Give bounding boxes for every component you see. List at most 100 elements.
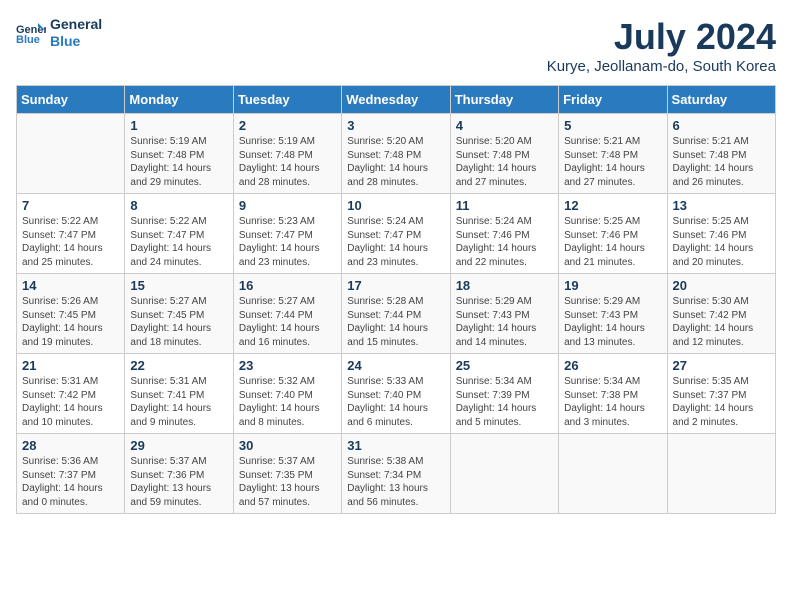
day-number: 13 — [673, 198, 770, 213]
calendar-cell — [667, 434, 775, 514]
column-header-tuesday: Tuesday — [233, 86, 341, 114]
calendar-table: SundayMondayTuesdayWednesdayThursdayFrid… — [16, 85, 776, 514]
calendar-cell: 14 Sunrise: 5:26 AM Sunset: 7:45 PM Dayli… — [17, 274, 125, 354]
calendar-week-3: 14 Sunrise: 5:26 AM Sunset: 7:45 PM Dayli… — [17, 274, 776, 354]
calendar-cell: 11 Sunrise: 5:24 AM Sunset: 7:46 PM Dayli… — [450, 194, 558, 274]
calendar-cell: 6Sunrise: 5:21 AM Sunset: 7:48 PM Daylig… — [667, 114, 775, 194]
calendar-cell: 21 Sunrise: 5:31 AM Sunset: 7:42 PM Dayli… — [17, 354, 125, 434]
day-number: 26 — [564, 358, 661, 373]
calendar-cell — [559, 434, 667, 514]
day-number: 14 — [22, 278, 119, 293]
day-number: 25 — [456, 358, 553, 373]
calendar-cell: 29 Sunrise: 5:37 AM Sunset: 7:36 PM Dayli… — [125, 434, 233, 514]
day-info: Sunrise: 5:26 AM Sunset: 7:45 PM Dayligh… — [22, 295, 119, 349]
day-info: Sunrise: 5:23 AM Sunset: 7:47 PM Dayligh… — [239, 215, 336, 269]
calendar-cell: 20 Sunrise: 5:30 AM Sunset: 7:42 PM Dayli… — [667, 274, 775, 354]
logo-icon: General Blue — [16, 21, 46, 45]
calendar-cell: 5 Sunrise: 5:21 AM Sunset: 7:48 PM Daylig… — [559, 114, 667, 194]
calendar-cell: 26 Sunrise: 5:34 AM Sunset: 7:38 PM Dayli… — [559, 354, 667, 434]
day-number: 19 — [564, 278, 661, 293]
day-info: Sunrise: 5:33 AM Sunset: 7:40 PM Dayligh… — [347, 375, 444, 429]
calendar-cell: 4 Sunrise: 5:20 AM Sunset: 7:48 PM Daylig… — [450, 114, 558, 194]
calendar-cell: 15Sunrise: 5:27 AM Sunset: 7:45 PM Dayli… — [125, 274, 233, 354]
day-info: Sunrise: 5:24 AM Sunset: 7:46 PM Dayligh… — [456, 215, 553, 269]
day-info: Sunrise: 5:29 AM Sunset: 7:43 PM Dayligh… — [564, 295, 661, 349]
day-number: 29 — [130, 438, 227, 453]
logo: General Blue General Blue — [16, 16, 102, 50]
day-info: Sunrise: 5:36 AM Sunset: 7:37 PM Dayligh… — [22, 455, 119, 509]
column-header-friday: Friday — [559, 86, 667, 114]
day-number: 27 — [673, 358, 770, 373]
day-info: Sunrise: 5:21 AM Sunset: 7:48 PM Dayligh… — [673, 135, 770, 189]
calendar-week-2: 7 Sunrise: 5:22 AM Sunset: 7:47 PM Daylig… — [17, 194, 776, 274]
svg-text:Blue: Blue — [16, 34, 40, 45]
day-info: Sunrise: 5:27 AM Sunset: 7:44 PM Dayligh… — [239, 295, 336, 349]
day-number: 17 — [347, 278, 444, 293]
day-number: 11 — [456, 198, 553, 213]
calendar-header-row: SundayMondayTuesdayWednesdayThursdayFrid… — [17, 86, 776, 114]
day-info: Sunrise: 5:27 AM Sunset: 7:45 PM Dayligh… — [130, 295, 227, 349]
calendar-cell: 16Sunrise: 5:27 AM Sunset: 7:44 PM Dayli… — [233, 274, 341, 354]
calendar-week-1: 1 Sunrise: 5:19 AM Sunset: 7:48 PM Daylig… — [17, 114, 776, 194]
day-info: Sunrise: 5:25 AM Sunset: 7:46 PM Dayligh… — [564, 215, 661, 269]
day-info: Sunrise: 5:21 AM Sunset: 7:48 PM Dayligh… — [564, 135, 661, 189]
day-info: Sunrise: 5:20 AM Sunset: 7:48 PM Dayligh… — [347, 135, 444, 189]
calendar-cell: 13Sunrise: 5:25 AM Sunset: 7:46 PM Dayli… — [667, 194, 775, 274]
day-info: Sunrise: 5:30 AM Sunset: 7:42 PM Dayligh… — [673, 295, 770, 349]
day-number: 18 — [456, 278, 553, 293]
calendar-cell: 27Sunrise: 5:35 AM Sunset: 7:37 PM Dayli… — [667, 354, 775, 434]
title-area: July 2024 Kurye, Jeollanam-do, South Kor… — [547, 16, 776, 75]
logo-line1: General — [50, 16, 102, 33]
calendar-cell: 28 Sunrise: 5:36 AM Sunset: 7:37 PM Dayli… — [17, 434, 125, 514]
calendar-cell: 2Sunrise: 5:19 AM Sunset: 7:48 PM Daylig… — [233, 114, 341, 194]
column-header-saturday: Saturday — [667, 86, 775, 114]
day-info: Sunrise: 5:37 AM Sunset: 7:36 PM Dayligh… — [130, 455, 227, 509]
calendar-cell: 31Sunrise: 5:38 AM Sunset: 7:34 PM Dayli… — [342, 434, 450, 514]
calendar-cell: 12 Sunrise: 5:25 AM Sunset: 7:46 PM Dayli… — [559, 194, 667, 274]
column-header-sunday: Sunday — [17, 86, 125, 114]
day-info: Sunrise: 5:24 AM Sunset: 7:47 PM Dayligh… — [347, 215, 444, 269]
calendar-cell: 9 Sunrise: 5:23 AM Sunset: 7:47 PM Daylig… — [233, 194, 341, 274]
day-number: 23 — [239, 358, 336, 373]
day-info: Sunrise: 5:22 AM Sunset: 7:47 PM Dayligh… — [130, 215, 227, 269]
calendar-week-5: 28 Sunrise: 5:36 AM Sunset: 7:37 PM Dayli… — [17, 434, 776, 514]
calendar-cell: 25 Sunrise: 5:34 AM Sunset: 7:39 PM Dayli… — [450, 354, 558, 434]
calendar-cell: 19 Sunrise: 5:29 AM Sunset: 7:43 PM Dayli… — [559, 274, 667, 354]
day-info: Sunrise: 5:34 AM Sunset: 7:39 PM Dayligh… — [456, 375, 553, 429]
day-number: 28 — [22, 438, 119, 453]
month-title: July 2024 — [547, 16, 776, 58]
day-number: 24 — [347, 358, 444, 373]
day-info: Sunrise: 5:20 AM Sunset: 7:48 PM Dayligh… — [456, 135, 553, 189]
day-info: Sunrise: 5:31 AM Sunset: 7:41 PM Dayligh… — [130, 375, 227, 429]
day-info: Sunrise: 5:22 AM Sunset: 7:47 PM Dayligh… — [22, 215, 119, 269]
calendar-cell: 24 Sunrise: 5:33 AM Sunset: 7:40 PM Dayli… — [342, 354, 450, 434]
day-number: 9 — [239, 198, 336, 213]
calendar-cell: 3Sunrise: 5:20 AM Sunset: 7:48 PM Daylig… — [342, 114, 450, 194]
header: General Blue General Blue July 2024 Kury… — [16, 16, 776, 75]
calendar-week-4: 21 Sunrise: 5:31 AM Sunset: 7:42 PM Dayli… — [17, 354, 776, 434]
day-number: 12 — [564, 198, 661, 213]
day-number: 21 — [22, 358, 119, 373]
calendar-cell: 18 Sunrise: 5:29 AM Sunset: 7:43 PM Dayli… — [450, 274, 558, 354]
day-number: 4 — [456, 118, 553, 133]
calendar-cell: 17Sunrise: 5:28 AM Sunset: 7:44 PM Dayli… — [342, 274, 450, 354]
day-number: 7 — [22, 198, 119, 213]
day-info: Sunrise: 5:38 AM Sunset: 7:34 PM Dayligh… — [347, 455, 444, 509]
day-number: 1 — [130, 118, 227, 133]
day-number: 8 — [130, 198, 227, 213]
day-info: Sunrise: 5:19 AM Sunset: 7:48 PM Dayligh… — [239, 135, 336, 189]
day-number: 30 — [239, 438, 336, 453]
day-number: 10 — [347, 198, 444, 213]
day-info: Sunrise: 5:19 AM Sunset: 7:48 PM Dayligh… — [130, 135, 227, 189]
day-info: Sunrise: 5:29 AM Sunset: 7:43 PM Dayligh… — [456, 295, 553, 349]
column-header-wednesday: Wednesday — [342, 86, 450, 114]
day-number: 20 — [673, 278, 770, 293]
day-info: Sunrise: 5:31 AM Sunset: 7:42 PM Dayligh… — [22, 375, 119, 429]
day-number: 22 — [130, 358, 227, 373]
day-info: Sunrise: 5:37 AM Sunset: 7:35 PM Dayligh… — [239, 455, 336, 509]
day-number: 5 — [564, 118, 661, 133]
day-info: Sunrise: 5:34 AM Sunset: 7:38 PM Dayligh… — [564, 375, 661, 429]
calendar-cell: 30 Sunrise: 5:37 AM Sunset: 7:35 PM Dayli… — [233, 434, 341, 514]
location-subtitle: Kurye, Jeollanam-do, South Korea — [547, 58, 776, 75]
calendar-cell: 10 Sunrise: 5:24 AM Sunset: 7:47 PM Dayli… — [342, 194, 450, 274]
